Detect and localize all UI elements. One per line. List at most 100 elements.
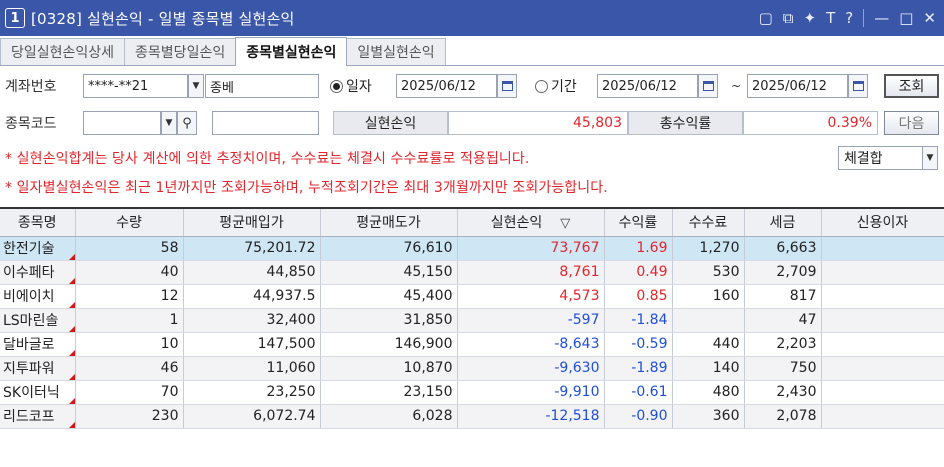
code-search-button[interactable]: ⚲ xyxy=(177,111,197,135)
notice-estimate: * 실현손익합계는 당사 계산에 의한 추정치이며, 수수료는 체결시 수수료률… xyxy=(5,151,530,167)
table-row[interactable]: LS마린솔 1 32,400 31,850 -597 -1.84 47 xyxy=(0,308,944,333)
account-row: 계좌번호 ****-**21 ▼ 종베 일자 2025/06/12 기간 202… xyxy=(0,74,944,100)
column-header[interactable]: 평균매입가 xyxy=(183,209,321,237)
cell-qty: 12 xyxy=(75,284,184,309)
column-header[interactable]: 평균매도가 xyxy=(320,209,458,237)
column-header[interactable]: 수량 xyxy=(75,209,184,237)
cell-tax: 750 xyxy=(744,356,822,381)
column-header[interactable]: 수익률 xyxy=(604,209,673,237)
date-calendar-button[interactable] xyxy=(497,74,517,98)
cell-fee: 530 xyxy=(672,260,745,285)
column-header-label: 수량 xyxy=(116,215,142,232)
total-return-value: 0.39% xyxy=(743,111,878,135)
total-return-label: 총수익률 xyxy=(628,111,743,135)
cell-tax: 2,709 xyxy=(744,260,822,285)
tab-1[interactable]: 당일실현손익상세 xyxy=(0,38,126,65)
column-header[interactable]: 실현손익 ▽ xyxy=(457,209,605,237)
table-row[interactable]: 비에이치 12 44,937.5 45,400 4,573 0.85 160 817 xyxy=(0,284,944,309)
cell-fee: 1,270 xyxy=(672,236,745,261)
window-number-badge[interactable]: 1 xyxy=(5,8,25,28)
cell-interest xyxy=(821,308,944,333)
cell-tax: 817 xyxy=(744,284,822,309)
radio-period[interactable]: 기간 xyxy=(535,74,577,98)
window-mode-icon[interactable]: ▢ xyxy=(759,9,773,27)
period-end-calendar-button[interactable] xyxy=(848,74,868,98)
sort-desc-icon[interactable]: ▽ xyxy=(560,216,570,231)
cell-qty: 70 xyxy=(75,380,184,405)
cell-fee: 160 xyxy=(672,284,745,309)
cell-pnl: -9,910 xyxy=(457,380,605,405)
period-start-calendar-button[interactable] xyxy=(698,74,718,98)
cell-interest xyxy=(821,380,944,405)
corner-marker-icon xyxy=(68,397,75,404)
cell-sell: 23,150 xyxy=(320,380,458,405)
tab-bar: 당일실현손익상세 종목별당일손익 종목별실현손익 일별실현손익 xyxy=(0,37,944,66)
period-end-field[interactable]: 2025/06/12 xyxy=(747,74,848,98)
pin-icon[interactable]: ✦ xyxy=(804,9,817,27)
table-row[interactable]: SK이터닉 70 23,250 23,150 -9,910 -0.61 480 2,430 xyxy=(0,380,944,405)
corner-marker-icon xyxy=(68,373,75,380)
cell-rate: -0.90 xyxy=(604,404,673,429)
column-header-label: 평균매도가 xyxy=(356,215,421,232)
table-row[interactable]: 한전기술 58 75,201.72 76,610 73,767 1.69 1,270 6,66… xyxy=(0,236,944,261)
cell-sell: 10,870 xyxy=(320,356,458,381)
cell-rate: 0.49 xyxy=(604,260,673,285)
table-row[interactable]: 지투파워 46 11,060 10,870 -9,630 -1.89 140 750 xyxy=(0,356,944,381)
table-row[interactable]: 리드코프 230 6,072.74 6,028 -12,518 -0.90 360 2,078 xyxy=(0,404,944,429)
column-header[interactable]: 세금 xyxy=(744,209,822,237)
tab-2[interactable]: 종목별당일손익 xyxy=(124,38,237,65)
title-bar: 1 [0328] 실현손익 - 일별 종목별 실현손익 ▢ ⧉ ✦ T? — □ ✕ xyxy=(0,0,944,36)
date-field[interactable]: 2025/06/12 xyxy=(396,74,497,98)
cell-pnl: -9,630 xyxy=(457,356,605,381)
minimize-icon[interactable]: — xyxy=(874,9,889,27)
column-header[interactable]: 수수료 xyxy=(672,209,745,237)
realized-pnl-value: 45,803 xyxy=(448,111,628,135)
cell-pnl: -597 xyxy=(457,308,605,333)
detach-icon[interactable]: ⧉ xyxy=(783,9,794,27)
basis-select[interactable]: 체결합 xyxy=(838,146,923,170)
radio-date-label: 일자 xyxy=(346,79,372,95)
period-start-field[interactable]: 2025/06/12 xyxy=(597,74,698,98)
cell-buy: 44,937.5 xyxy=(183,284,321,309)
account-dropdown-button[interactable]: ▼ xyxy=(188,74,204,98)
cell-name: LS마린솔 xyxy=(0,308,76,333)
cell-pnl: 4,573 xyxy=(457,284,605,309)
corner-marker-icon xyxy=(68,277,75,284)
stock-code-field[interactable] xyxy=(83,111,161,135)
cell-buy: 44,850 xyxy=(183,260,321,285)
close-icon[interactable]: ✕ xyxy=(923,9,936,27)
realized-pnl-label: 실현손익 xyxy=(333,111,448,135)
radio-date[interactable]: 일자 xyxy=(330,74,372,98)
basis-dropdown-button[interactable]: ▼ xyxy=(922,146,938,170)
tab-4[interactable]: 일별실현손익 xyxy=(346,38,446,65)
column-header-label: 세금 xyxy=(769,215,796,232)
cell-interest xyxy=(821,404,944,429)
cell-interest xyxy=(821,356,944,381)
table-body: 한전기술 58 75,201.72 76,610 73,767 1.69 1,270 6,66… xyxy=(0,236,944,429)
account-type-field[interactable]: 종베 xyxy=(205,74,319,98)
cell-fee xyxy=(672,308,745,333)
cell-sell: 45,150 xyxy=(320,260,458,285)
cell-qty: 58 xyxy=(75,236,184,261)
column-header[interactable]: 신용이자 xyxy=(821,209,944,237)
column-header-label: 수익률 xyxy=(618,215,658,232)
code-dropdown-button[interactable]: ▼ xyxy=(161,111,177,135)
font-icon[interactable]: T xyxy=(826,9,835,27)
query-button[interactable]: 조회 xyxy=(884,74,939,98)
cell-buy: 23,250 xyxy=(183,380,321,405)
table-row[interactable]: 달바글로 10 147,500 146,900 -8,643 -0.59 440 2,203 xyxy=(0,332,944,357)
table-row[interactable]: 이수페타 40 44,850 45,150 8,761 0.49 530 2,709 xyxy=(0,260,944,285)
period-separator: ~ xyxy=(731,79,742,93)
cell-fee: 480 xyxy=(672,380,745,405)
maximize-icon[interactable]: □ xyxy=(899,9,913,27)
code-label: 종목코드 xyxy=(5,116,57,132)
cell-rate: -1.84 xyxy=(604,308,673,333)
help-icon[interactable]: ? xyxy=(845,9,853,27)
column-header-label: 실현손익 xyxy=(490,215,543,232)
radio-period-label: 기간 xyxy=(551,79,577,95)
tab-3[interactable]: 종목별실현손익 xyxy=(235,37,348,66)
cell-fee: 360 xyxy=(672,404,745,429)
account-number-field[interactable]: ****-**21 xyxy=(83,74,188,98)
column-header[interactable]: 종목명 xyxy=(0,209,76,237)
next-button[interactable]: 다음 xyxy=(884,111,939,135)
